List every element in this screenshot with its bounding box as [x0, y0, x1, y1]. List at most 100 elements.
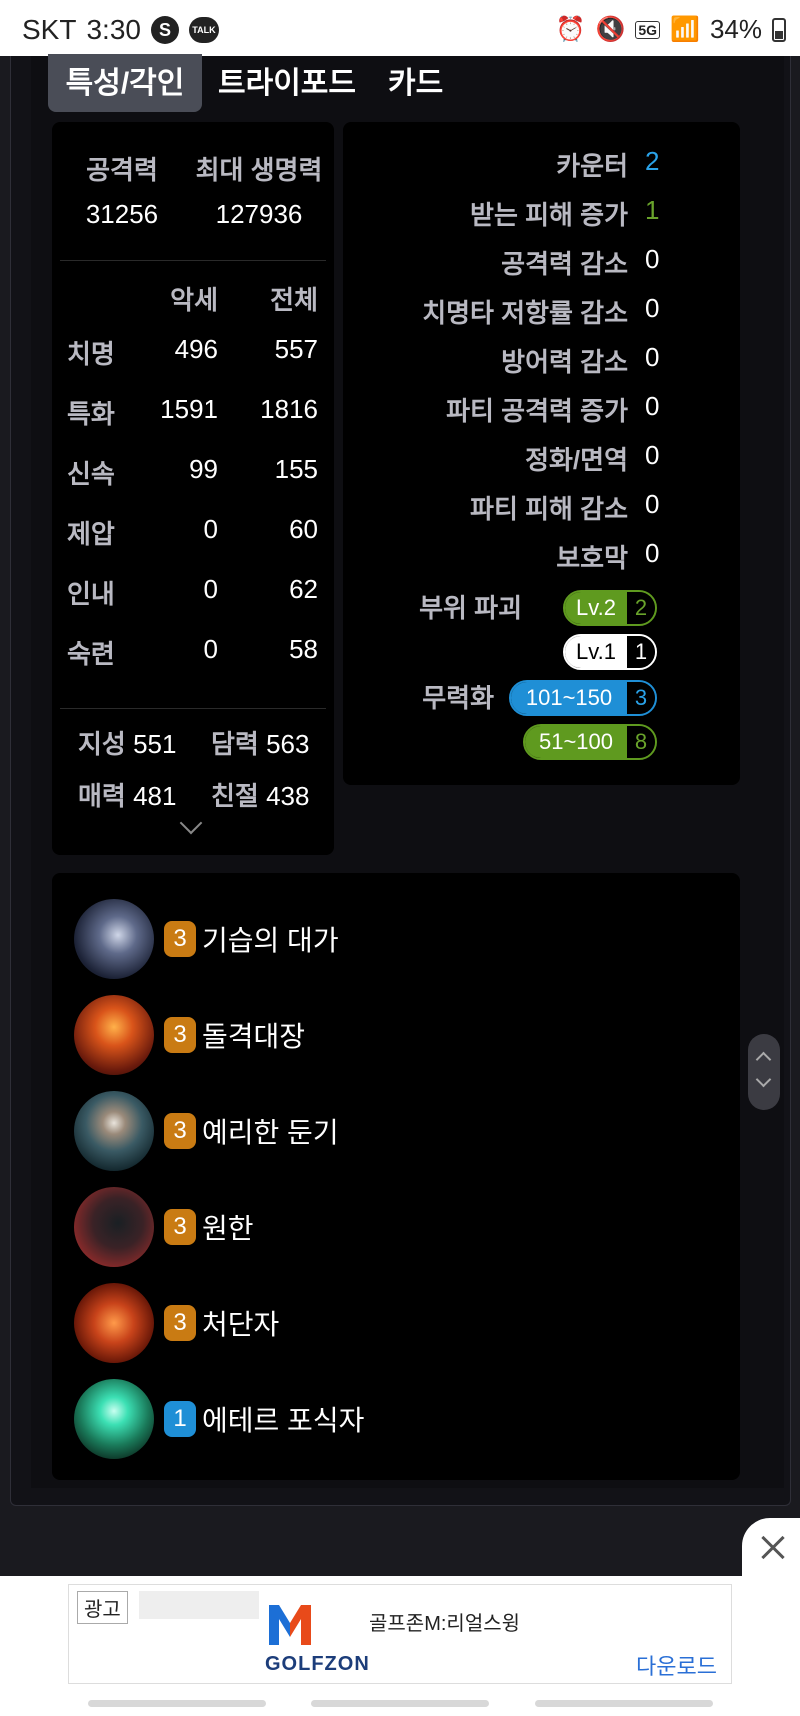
engraving-level-badge: 3	[164, 1113, 196, 1149]
basic-stat-value: 438	[266, 781, 310, 811]
basic-stat-name: 매력	[78, 781, 126, 811]
stat-accessory: 0	[203, 514, 218, 544]
clock: 3:30	[86, 14, 141, 45]
stat-total: 155	[274, 454, 318, 484]
effect-row: 카운터 2	[343, 146, 740, 186]
golfzon-logo-icon	[269, 1605, 311, 1645]
stagger-range: 51~100	[525, 726, 627, 758]
engraving-item[interactable]: 3 처단자	[74, 1283, 279, 1363]
effect-name: 카운터	[556, 151, 628, 181]
effect-row: 방어력 감소 0	[343, 342, 740, 382]
engraving-level-badge: 3	[164, 1017, 196, 1053]
chevron-up-icon[interactable]	[755, 1051, 772, 1068]
signal-icon: 📶	[670, 16, 700, 43]
effect-name: 치명타 저항률 감소	[422, 298, 628, 328]
battery-percent: 34%	[709, 14, 762, 44]
kakaotalk-icon: TALK	[188, 17, 219, 43]
effect-name: 파티 피해 감소	[470, 494, 628, 524]
attack-label: 공격력	[86, 155, 158, 185]
divider	[60, 708, 326, 709]
stat-accessory: 1591	[160, 394, 218, 424]
combat-stat-row: 인내 0 62	[52, 574, 334, 614]
combat-stat-row: 치명 496 557	[52, 334, 334, 374]
effect-row: 공격력 감소 0	[343, 244, 740, 284]
effect-count: 0	[645, 440, 660, 470]
base-stats: 공격력 31256 최대 생명력 127936	[52, 150, 334, 230]
ad-content[interactable]: 광고 GOLFZON 골프존M:리얼스윙 다운로드	[68, 1584, 732, 1684]
attack-value: 31256	[85, 199, 159, 229]
stat-accessory: 99	[189, 454, 218, 484]
engraving-level-badge: 3	[164, 1209, 196, 1245]
stat-name: 특화	[67, 399, 115, 429]
engraving-item[interactable]: 3 돌격대장	[74, 995, 305, 1075]
system-nav-bar	[0, 1700, 800, 1716]
howling-wolf-icon	[74, 1187, 154, 1267]
network-5g-icon: 5G	[635, 20, 661, 39]
nav-handle[interactable]	[88, 1700, 266, 1707]
engraving-name: 원한	[202, 1213, 254, 1244]
effect-count: 0	[645, 244, 660, 274]
effect-row: 치명타 저항률 감소 0	[343, 293, 740, 333]
engraving-item[interactable]: 3 원한	[74, 1187, 254, 1267]
nav-handle[interactable]	[535, 1700, 713, 1707]
ad-label: 광고	[77, 1591, 128, 1624]
charging-warriors-icon	[74, 995, 154, 1075]
part-break-level: Lv.2	[565, 592, 627, 624]
effect-count: 0	[645, 489, 660, 519]
chevron-down-icon[interactable]	[755, 1071, 772, 1088]
ad-banner: 광고 GOLFZON 골프존M:리얼스윙 다운로드	[0, 1576, 800, 1716]
divider	[60, 260, 326, 261]
part-break-label-row: 부위 파괴	[343, 588, 740, 628]
ad-download-button[interactable]: 다운로드	[636, 1649, 717, 1681]
stat-total: 60	[289, 514, 318, 544]
tab-cards[interactable]: 카드	[372, 56, 459, 112]
effect-count: 1	[645, 195, 660, 225]
effect-row: 받는 피해 증가 1	[343, 195, 740, 235]
effect-name: 방어력 감소	[501, 347, 628, 377]
expand-chevron-icon[interactable]	[179, 811, 203, 835]
stat-total: 62	[289, 574, 318, 604]
stats-panel: 공격력 31256 최대 생명력 127936 악세 전체 치명 496 557…	[52, 122, 334, 855]
stat-accessory: 0	[203, 574, 218, 604]
synergy-effects-panel: 카운터 2 받는 피해 증가 1 공격력 감소 0 치명타 저항률 감소 0 방…	[343, 122, 740, 785]
engraving-level-badge: 3	[164, 1305, 196, 1341]
combat-stat-row: 특화 1591 1816	[52, 394, 334, 434]
basic-stat-value: 563	[266, 729, 310, 759]
effect-row: 보호막 0	[343, 538, 740, 578]
engraving-item[interactable]: 1 에테르 포식자	[74, 1379, 364, 1459]
ad-placeholder	[139, 1591, 259, 1619]
tab-engravings[interactable]: 특성/각인	[48, 54, 202, 112]
ether-orb-icon	[74, 1379, 154, 1459]
stagger-mid-pill: 51~100 8	[523, 724, 657, 760]
stat-total: 58	[289, 634, 318, 664]
nav-handle[interactable]	[311, 1700, 489, 1707]
stagger-count: 3	[627, 682, 655, 714]
spiked-mace-icon	[74, 1091, 154, 1171]
tab-tripod[interactable]: 트라이포드	[202, 56, 372, 112]
engraving-item[interactable]: 3 예리한 둔기	[74, 1091, 339, 1171]
mute-icon: 🔇	[595, 16, 626, 43]
col-accessory-header: 악세	[170, 285, 218, 315]
effect-name: 보호막	[556, 543, 628, 573]
stat-name: 신속	[67, 459, 115, 489]
part-break-count: 1	[627, 636, 655, 668]
engraving-name: 처단자	[202, 1309, 280, 1340]
ad-close-button[interactable]	[742, 1518, 800, 1578]
basic-stat: 지성 551	[78, 724, 176, 761]
part-break-label: 부위 파괴	[419, 593, 522, 623]
stat-total: 557	[274, 334, 318, 364]
part-break-lv2-pill: Lv.2 2	[563, 590, 657, 626]
col-total-header: 전체	[270, 285, 318, 315]
effect-row: 파티 공격력 증가 0	[343, 391, 740, 431]
effect-name: 받는 피해 증가	[470, 200, 628, 230]
effect-row: 파티 피해 감소 0	[343, 489, 740, 529]
engraving-item[interactable]: 3 기습의 대가	[74, 899, 339, 979]
stagger-label: 무력화	[422, 683, 494, 713]
stat-name: 제압	[67, 519, 115, 549]
cleaver-icon	[74, 1283, 154, 1363]
stat-name: 치명	[67, 339, 115, 369]
engraving-name: 예리한 둔기	[202, 1117, 339, 1148]
engraving-name: 돌격대장	[202, 1021, 306, 1052]
part-break-level: Lv.1	[565, 636, 627, 668]
scroll-up-down-button[interactable]	[748, 1034, 780, 1110]
